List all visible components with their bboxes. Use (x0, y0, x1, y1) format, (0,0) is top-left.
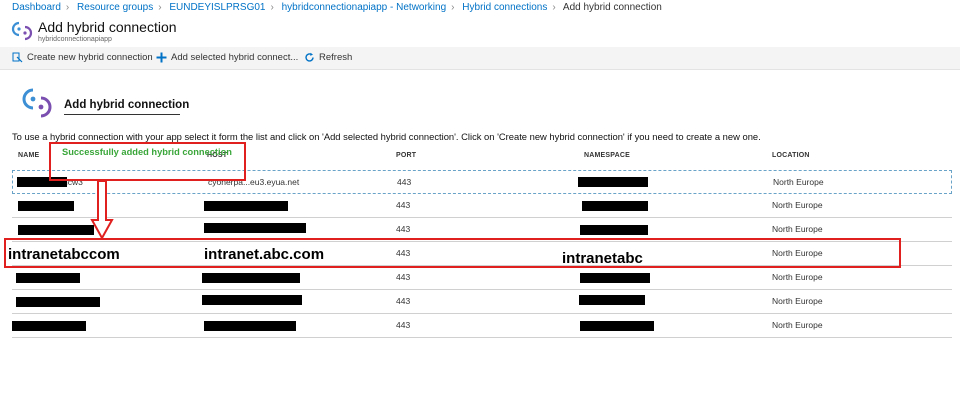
redaction-mark (18, 225, 94, 235)
cell-location: North Europe (772, 320, 823, 330)
table-row[interactable]: 443 North Europe (12, 314, 952, 338)
highlight-annotation-box (4, 238, 901, 268)
redaction-mark (16, 297, 100, 307)
annotation-host: intranet.abc.com (204, 246, 325, 263)
redaction-mark (578, 177, 648, 187)
cell-port: 443 (396, 296, 411, 306)
cell-port: 443 (396, 224, 411, 234)
refresh-icon (305, 52, 314, 62)
redaction-mark (582, 201, 648, 211)
command-bar: Create new hybrid connection Add selecte… (0, 47, 960, 70)
hybrid-connection-large-icon (22, 88, 52, 118)
table-row[interactable]: 443 North Europe (12, 266, 952, 290)
annotation-name: intranetabccom (8, 246, 120, 263)
create-icon (12, 52, 23, 63)
cell-location: North Europe (772, 200, 823, 210)
redaction-mark (204, 201, 288, 211)
cell-location: North Europe (772, 224, 823, 234)
breadcrumb-separator: › (65, 2, 70, 13)
redaction-mark (204, 321, 296, 331)
refresh-button[interactable]: Refresh (304, 52, 352, 63)
breadcrumb-resource-group[interactable]: EUNDEYISLPRSG01 (169, 2, 265, 13)
breadcrumb-current: Add hybrid connection (562, 2, 662, 13)
breadcrumb: Dashboard › Resource groups › EUNDEYISLPRS… (12, 2, 662, 13)
instructions-text: To use a hybrid connection with your app… (12, 131, 761, 142)
redaction-mark (202, 273, 300, 283)
blade-subtitle: hybridconnectionapiapp (38, 36, 112, 43)
redaction-mark (579, 295, 645, 305)
table-row[interactable]: 443 North Europe (12, 194, 952, 218)
add-selected-hybrid-connection-button[interactable]: Add selected hybrid connect... (156, 52, 298, 63)
breadcrumb-resource-groups[interactable]: Resource groups (77, 2, 153, 13)
breadcrumb-hybrid-connections[interactable]: Hybrid connections (462, 2, 547, 13)
breadcrumb-dashboard[interactable]: Dashboard (12, 2, 61, 13)
breadcrumb-separator: › (270, 2, 274, 13)
column-header-name[interactable]: NAME (18, 152, 39, 159)
table-row[interactable]: 443 North Europe (12, 290, 952, 314)
cell-port: 443 (397, 177, 412, 187)
section-title: Add hybrid connection (64, 99, 190, 111)
cell-location: North Europe (772, 296, 823, 306)
breadcrumb-networking[interactable]: hybridconnectionapiapp - Networking (282, 2, 447, 13)
blade-title: Add hybrid connection (38, 19, 177, 35)
cell-port: 443 (396, 272, 411, 282)
cell-location: North Europe (772, 272, 823, 282)
redaction-mark (16, 273, 80, 283)
redaction-mark (18, 201, 74, 211)
column-header-port[interactable]: PORT (396, 152, 416, 159)
cell-location: North Europe (773, 177, 824, 187)
breadcrumb-separator: › (552, 2, 556, 13)
redaction-mark (580, 273, 650, 283)
breadcrumb-separator: › (158, 2, 162, 13)
redaction-mark (580, 321, 654, 331)
create-label: Create new hybrid connection (27, 52, 153, 63)
cell-port: 443 (396, 200, 411, 210)
annotation-namespace: intranetabc (562, 250, 643, 267)
down-arrow-annotation (90, 180, 114, 240)
refresh-label: Refresh (319, 52, 353, 63)
redaction-mark (12, 321, 86, 331)
breadcrumb-separator: › (451, 2, 455, 13)
redaction-mark (202, 295, 302, 305)
success-message: Successfully added hybrid connection (62, 147, 232, 157)
section-title-underline (64, 114, 180, 115)
column-header-namespace[interactable]: NAMESPACE (584, 152, 630, 159)
redaction-mark (580, 225, 648, 235)
hybrid-connection-icon (11, 21, 33, 41)
create-new-hybrid-connection-button[interactable]: Create new hybrid connection (12, 52, 153, 63)
column-header-location[interactable]: LOCATION (772, 152, 810, 159)
cell-port: 443 (396, 320, 411, 330)
add-selected-label: Add selected hybrid connect... (171, 52, 299, 63)
redaction-mark (204, 223, 306, 233)
plus-icon (156, 52, 167, 63)
